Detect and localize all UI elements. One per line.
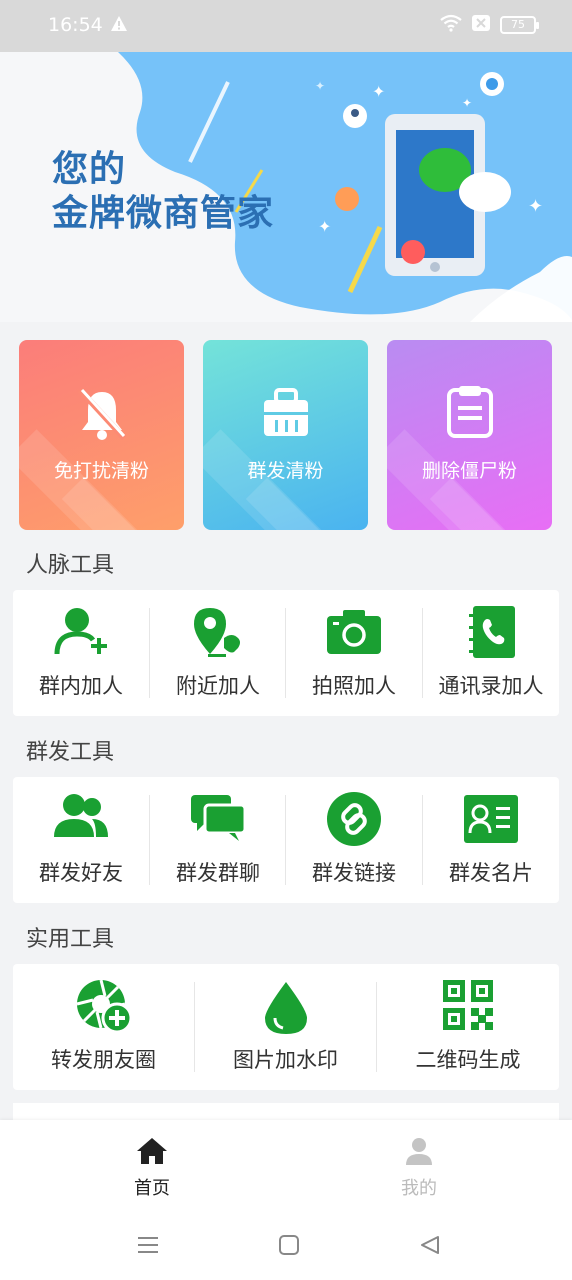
- friends-icon: [52, 791, 110, 851]
- user-icon: [404, 1138, 434, 1170]
- tool-group-add[interactable]: 群内加人: [13, 590, 149, 716]
- bag-icon: [261, 386, 311, 444]
- card-delete-zombie-fans[interactable]: 删除僵尸粉: [387, 340, 552, 530]
- svg-text:✦: ✦: [372, 82, 385, 101]
- contacts-tools-panel: 群内加人 附近加人 拍照加人 通讯录加人: [13, 590, 559, 716]
- status-time: 16:54: [48, 14, 103, 36]
- tool-label: 二维码生成: [415, 1048, 521, 1072]
- tool-label: 群内加人: [39, 674, 123, 698]
- system-nav-bar: [0, 1212, 572, 1280]
- back-icon[interactable]: [419, 1234, 441, 1260]
- svg-text:✦: ✦: [318, 217, 331, 236]
- tool-nearby-add[interactable]: 附近加人: [150, 590, 286, 716]
- card-label: 删除僵尸粉: [421, 460, 517, 482]
- tool-label: 拍照加人: [312, 674, 396, 698]
- card-broadcast-clean-fans[interactable]: 群发清粉: [203, 340, 368, 530]
- card-dnd-clean-fans[interactable]: 免打扰清粉: [19, 340, 184, 530]
- tab-mine-label: 我的: [401, 1178, 437, 1199]
- tab-home[interactable]: 首页: [102, 1136, 202, 1200]
- section-title-contacts: 人脉工具: [26, 553, 115, 578]
- svg-text:✦: ✦: [315, 79, 325, 93]
- banner-title-line1: 您的: [52, 149, 127, 190]
- broadcast-tools-panel: 群发好友 群发群聊 群发链接 群发名片: [13, 777, 559, 903]
- sim-icon: [472, 15, 490, 35]
- bell-off-icon: [76, 386, 128, 446]
- hero-banner[interactable]: ✦ ✦ ✦ ✦ ✦ 您的 金牌微商管家: [0, 52, 572, 322]
- tool-image-watermark[interactable]: 图片加水印: [195, 964, 376, 1090]
- home-icon: [136, 1138, 168, 1170]
- water-drop-icon: [263, 980, 309, 1040]
- wifi-icon: [440, 14, 462, 36]
- banner-title-line2: 金牌微商管家: [52, 193, 275, 234]
- tool-broadcast-groups[interactable]: 群发群聊: [150, 777, 286, 903]
- banner-title: 您的 金牌微商管家: [52, 148, 274, 236]
- tool-label: 转发朋友圈: [51, 1048, 156, 1072]
- tool-label: 图片加水印: [233, 1048, 338, 1072]
- tool-label: 附近加人: [176, 674, 260, 698]
- svg-text:✦: ✦: [462, 96, 472, 110]
- tool-broadcast-links[interactable]: 群发链接: [286, 777, 422, 903]
- card-label: 群发清粉: [247, 460, 324, 482]
- tool-broadcast-friends[interactable]: 群发好友: [13, 777, 149, 903]
- link-icon: [326, 791, 382, 851]
- tool-qrcode-generate[interactable]: 二维码生成: [377, 964, 559, 1090]
- menu-icon[interactable]: [137, 1234, 159, 1260]
- tool-label: 群发名片: [449, 861, 533, 885]
- tool-forward-moments[interactable]: 转发朋友圈: [13, 964, 194, 1090]
- bottom-tab-bar: 首页 我的: [0, 1120, 572, 1212]
- feature-cards: 免打扰清粉 群发清粉 删除僵尸粉: [19, 340, 553, 530]
- section-title-utility: 实用工具: [26, 927, 115, 952]
- business-card-icon: [462, 791, 520, 851]
- tab-mine[interactable]: 我的: [369, 1136, 469, 1200]
- qrcode-icon: [441, 978, 495, 1036]
- status-bar: 16:54 75: [0, 0, 572, 52]
- chat-bubbles-icon: [189, 791, 247, 851]
- tool-broadcast-cards[interactable]: 群发名片: [423, 777, 559, 903]
- contacts-book-icon: [463, 604, 519, 664]
- status-icons: 75: [440, 14, 539, 36]
- home-square-icon[interactable]: [278, 1234, 300, 1260]
- tool-photo-add[interactable]: 拍照加人: [286, 590, 422, 716]
- warning-icon: [110, 15, 128, 36]
- clipboard-icon: [445, 386, 495, 444]
- section-title-broadcast: 群发工具: [26, 740, 115, 765]
- utility-tools-panel: 转发朋友圈 图片加水印 二维码生成: [13, 964, 559, 1090]
- moments-add-icon: [75, 978, 133, 1038]
- battery-icon: 75: [500, 16, 539, 34]
- card-label: 免打扰清粉: [53, 460, 149, 482]
- add-user-icon: [53, 604, 109, 664]
- tool-label: 群发链接: [312, 861, 396, 885]
- tab-home-label: 首页: [134, 1178, 170, 1199]
- tool-label: 通讯录加人: [438, 674, 544, 698]
- tool-label: 群发好友: [39, 861, 123, 885]
- tool-contacts-add[interactable]: 通讯录加人: [423, 590, 559, 716]
- camera-icon: [325, 604, 383, 664]
- tool-label: 群发群聊: [176, 861, 260, 885]
- svg-text:✦: ✦: [528, 196, 543, 217]
- location-user-icon: [190, 604, 246, 664]
